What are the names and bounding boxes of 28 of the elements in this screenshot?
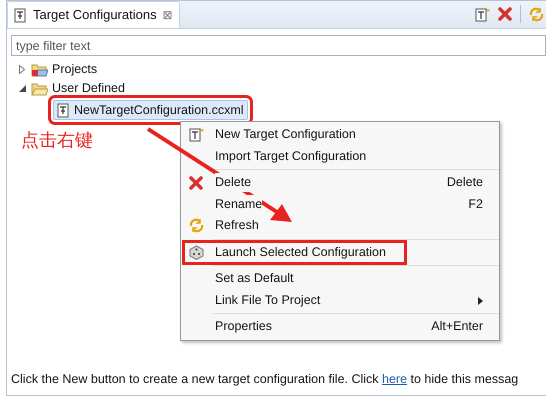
cube-icon — [188, 244, 204, 260]
refresh-icon — [188, 218, 204, 234]
new-document-icon[interactable] — [475, 6, 490, 22]
filter-field[interactable]: type filter text — [11, 35, 546, 56]
view-tab[interactable]: Target Configurations ⊠ — [7, 1, 180, 28]
menu-item[interactable]: New Target Configuration — [181, 124, 499, 146]
delete-icon[interactable] — [498, 7, 512, 21]
menu-item[interactable]: Delete Delete — [181, 172, 499, 194]
collapse-toggle-icon[interactable] — [18, 84, 26, 92]
document-icon — [57, 102, 70, 118]
menu-item[interactable]: Refresh — [181, 215, 499, 236]
delete-icon — [189, 176, 203, 190]
document-icon — [14, 8, 27, 24]
folder-icon — [31, 62, 48, 76]
folder-icon — [31, 82, 48, 96]
annotation-text: 点击右键 — [21, 129, 93, 152]
hide-message-link[interactable]: here — [382, 372, 408, 386]
info-message: Click the New button to create a new target configuration file. Click here to hide this messag — [10, 371, 520, 388]
expand-toggle-icon[interactable] — [19, 64, 25, 74]
submenu-arrow-icon — [478, 296, 483, 305]
menu-item[interactable]: Link File To Project — [181, 290, 499, 311]
menu-item[interactable]: Set as Default — [181, 268, 499, 290]
tree-item[interactable]: Projects — [31, 60, 98, 79]
tree-item[interactable]: User Defined — [31, 79, 125, 98]
menu-item[interactable]: Import Target Configuration — [181, 146, 499, 167]
menu-item[interactable]: Properties Alt+Enter — [181, 316, 499, 338]
menu-item[interactable]: Rename F2 — [181, 194, 499, 215]
new-document-icon — [188, 127, 204, 142]
